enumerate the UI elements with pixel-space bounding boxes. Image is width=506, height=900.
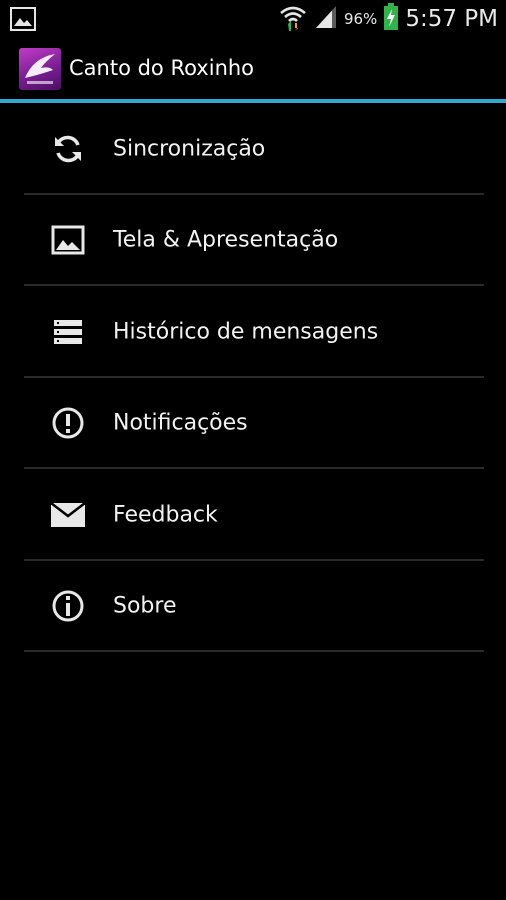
menu-item-label: Sincronização [113,136,266,162]
gallery-notification-icon [10,7,36,35]
battery-percent: 96% [343,10,378,28]
menu-item-label: Histórico de mensagens [113,319,379,345]
signal-icon [314,4,338,34]
menu-item-sincronizacao[interactable]: Sincronização [0,103,506,195]
sync-icon [50,131,86,167]
status-bar: 96% 5:57 PM [0,0,506,38]
mail-icon [50,497,86,533]
info-icon [50,588,86,624]
image-icon [50,222,86,258]
app-logo-icon[interactable] [19,48,61,90]
settings-menu: Sincronização Tela & Apresentação Histór… [0,103,506,652]
menu-item-historico-mensagens[interactable]: Histórico de mensagens [0,286,506,378]
wifi-icon [278,2,308,36]
menu-item-feedback[interactable]: Feedback [0,469,506,561]
menu-item-label: Feedback [113,502,218,528]
menu-item-notificacoes[interactable]: Notificações [0,378,506,469]
action-bar: Canto do Roxinho [0,38,506,100]
app-title: Canto do Roxinho [69,56,255,80]
menu-item-label: Sobre [113,593,177,619]
menu-item-tela-apresentacao[interactable]: Tela & Apresentação [0,195,506,286]
battery-charging-icon [383,3,399,35]
status-time: 5:57 PM [405,6,498,32]
list-icon [50,314,86,350]
menu-item-sobre[interactable]: Sobre [0,561,506,652]
menu-item-label: Tela & Apresentação [113,227,339,253]
divider [24,650,484,652]
alert-icon [50,405,86,441]
menu-item-label: Notificações [113,410,248,436]
